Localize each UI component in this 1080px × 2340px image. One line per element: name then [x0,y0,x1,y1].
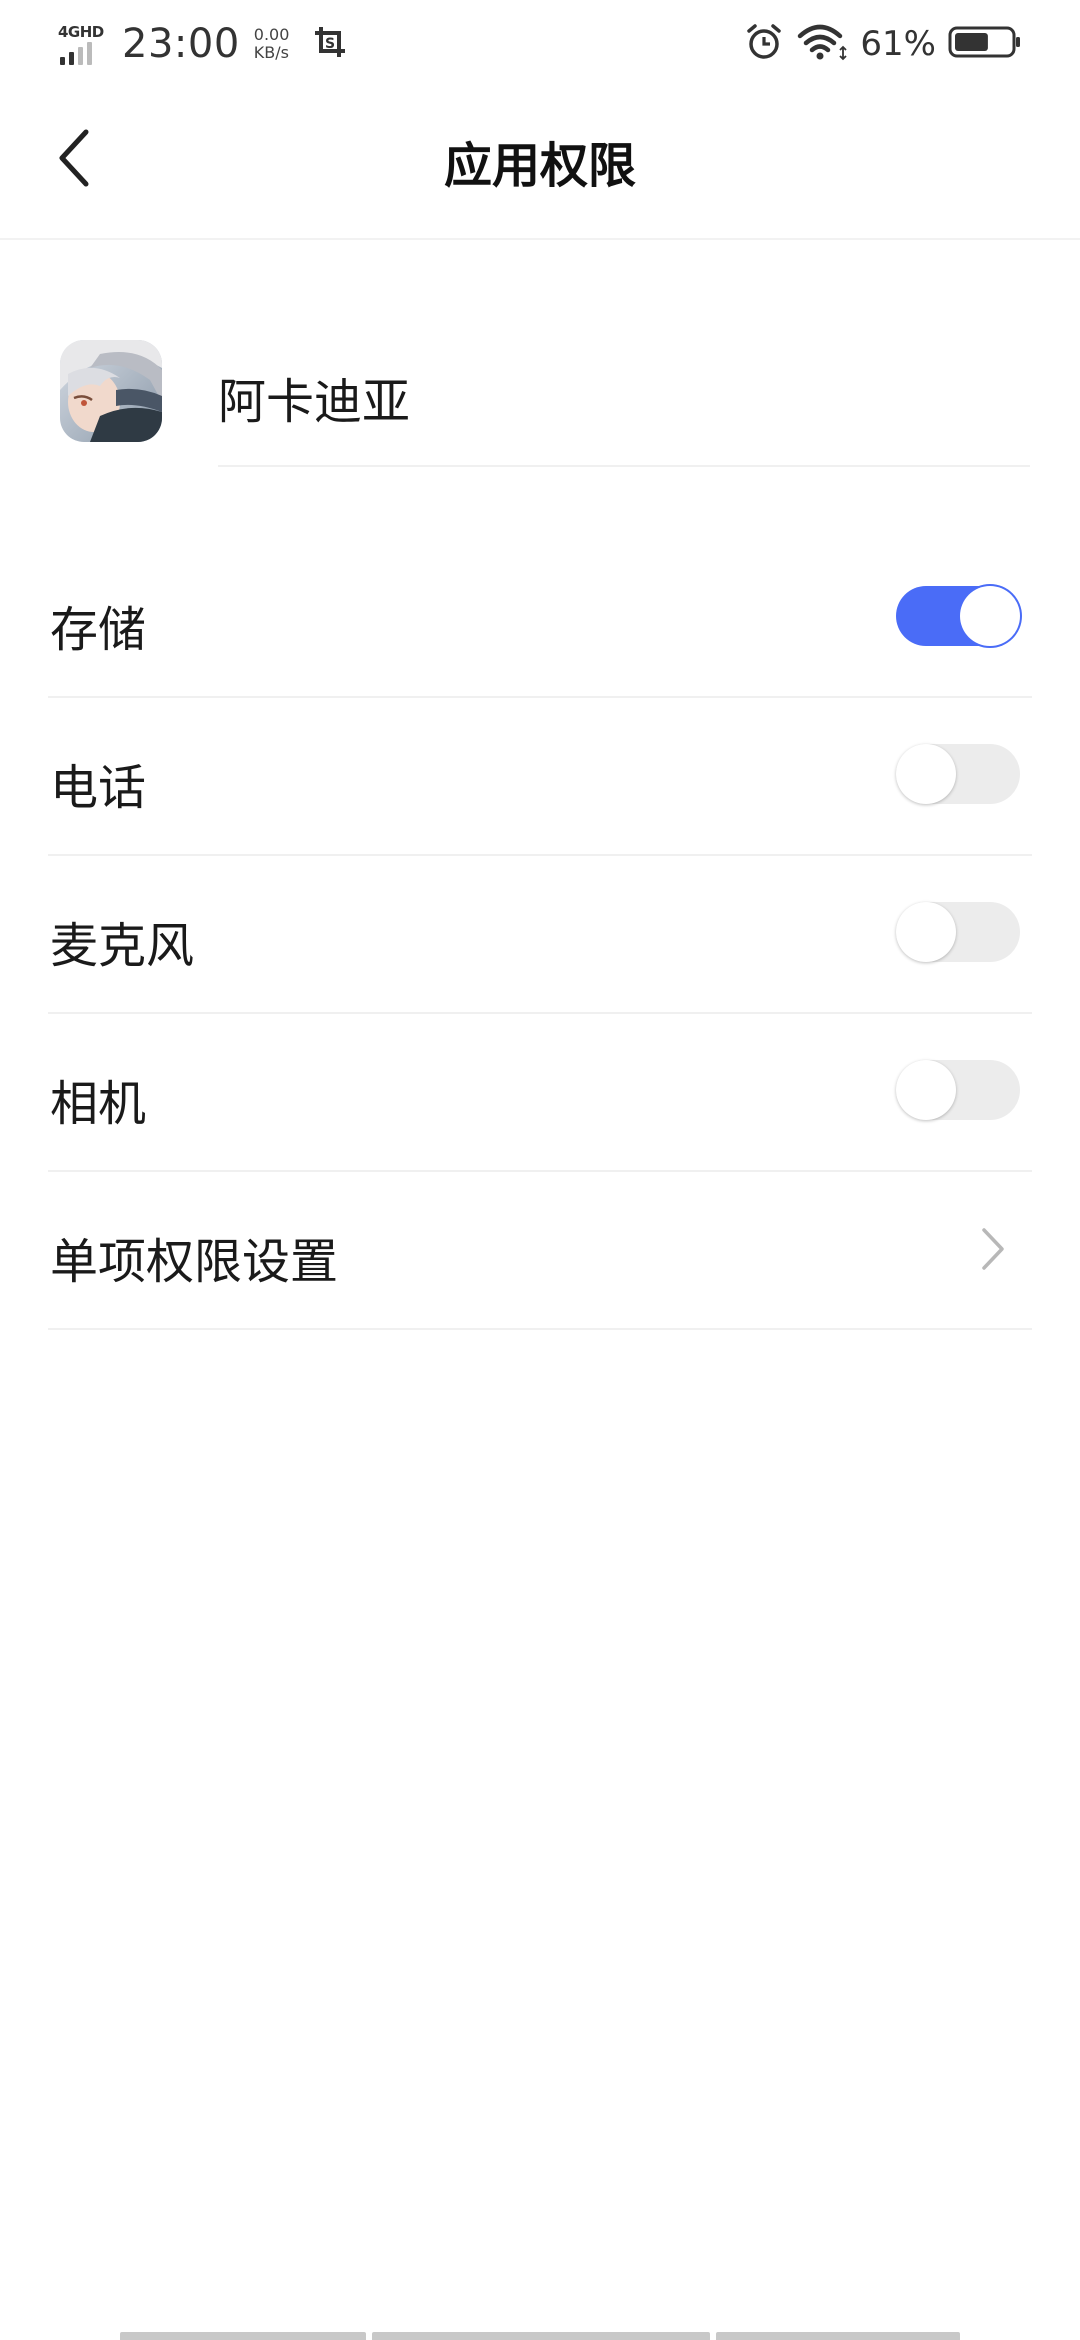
speed-unit: KB/s [253,43,289,62]
speed-value: 0.00 [253,25,290,44]
nav-hint-right [716,2332,960,2340]
permission-label: 相机 [50,1076,147,1132]
header: 应用权限 [0,86,1080,240]
storage-toggle[interactable] [896,586,1020,646]
toggle-knob [960,586,1020,646]
battery-percent: 61% [860,24,936,64]
permission-row-camera: 相机 [48,1014,1032,1172]
alarm-icon [744,22,784,66]
phone-toggle[interactable] [896,744,1020,804]
svg-text:S: S [325,36,335,52]
app-icon [60,340,162,442]
permission-row-phone: 电话 [48,698,1032,856]
status-left: 4GHD 23:00 0.00 KB/s S [58,14,347,74]
individual-settings-label: 单项权限设置 [50,1234,339,1290]
page-title: 应用权限 [443,138,636,194]
microphone-toggle[interactable] [896,902,1020,962]
app-name: 阿卡迪亚 [218,374,411,430]
signal-icon: 4GHD [58,19,110,69]
toggle-knob [896,902,956,962]
status-time: 23:00 [122,21,240,67]
permission-row-storage: 存储 [48,540,1032,698]
status-right: 61% [744,14,1022,74]
wifi-icon [796,22,848,66]
screenshot-icon: S [313,25,347,63]
app-divider [218,465,1030,467]
toggle-knob [896,1060,956,1120]
chevron-right-icon [982,1228,1004,1270]
individual-permission-settings[interactable]: 单项权限设置 [48,1172,1032,1330]
permission-list: 存储 电话 麦克风 相机 单项权限设置 [48,540,1032,1330]
network-type: 4GHD [58,23,104,41]
permission-label: 麦克风 [50,918,195,974]
app-info: 阿卡迪亚 [0,330,1080,470]
camera-toggle[interactable] [896,1060,1020,1120]
battery-icon [948,25,1022,63]
status-bar: 4GHD 23:00 0.00 KB/s S 61% [0,0,1080,86]
nav-hint-center [372,2332,710,2340]
permission-label: 存储 [50,602,147,658]
network-speed: 0.00 KB/s [254,26,290,62]
toggle-knob [896,744,956,804]
permission-label: 电话 [50,760,147,816]
permission-row-microphone: 麦克风 [48,856,1032,1014]
nav-hint-left [120,2332,366,2340]
